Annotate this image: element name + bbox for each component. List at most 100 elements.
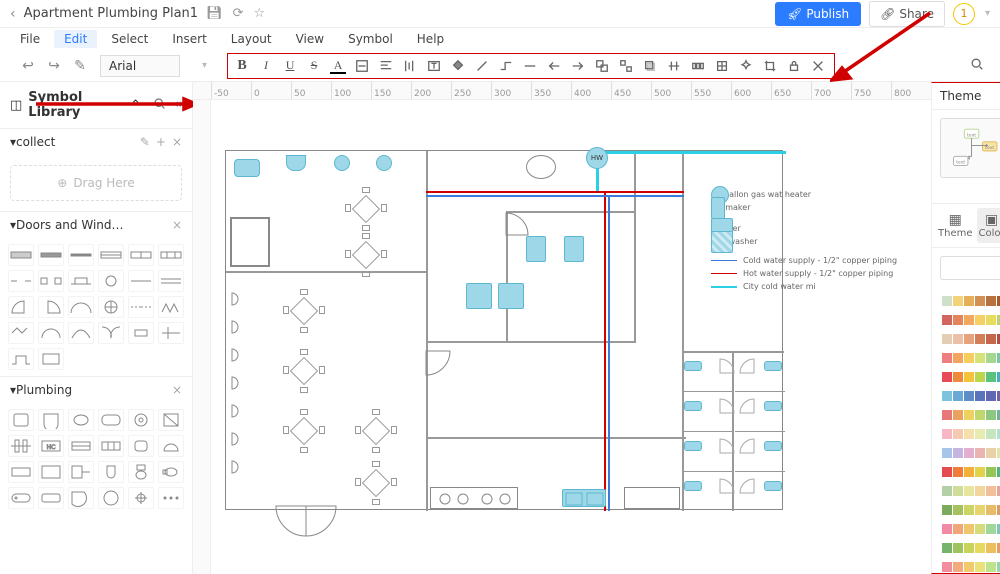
shape-bidet[interactable] bbox=[158, 461, 184, 483]
shape-arc[interactable] bbox=[38, 322, 64, 344]
back-button[interactable]: ‹ bbox=[10, 6, 16, 22]
color-scheme-live[interactable]: Live bbox=[940, 368, 1000, 385]
shower-stall[interactable] bbox=[230, 217, 270, 267]
font-size-chevron[interactable]: ▾ bbox=[202, 60, 207, 71]
shape-door-double[interactable] bbox=[68, 296, 94, 318]
toilet-a1[interactable] bbox=[684, 361, 702, 371]
shape-double-arc[interactable] bbox=[98, 322, 124, 344]
ai-button[interactable] bbox=[734, 56, 758, 76]
section-settings-icon[interactable]: ✎ bbox=[140, 135, 150, 149]
kitchen-sink[interactable] bbox=[562, 489, 606, 507]
shape-wall[interactable] bbox=[8, 244, 34, 266]
menu-help[interactable]: Help bbox=[407, 30, 454, 48]
menu-file[interactable]: File bbox=[10, 30, 50, 48]
table-2[interactable] bbox=[344, 233, 388, 277]
color-scheme-novel[interactable]: Novel bbox=[940, 292, 1000, 309]
section-collect[interactable]: ▾ collect ✎+× bbox=[0, 129, 192, 155]
shape-p3[interactable] bbox=[128, 435, 154, 457]
bold-button[interactable]: B bbox=[230, 56, 254, 76]
menu-select[interactable]: Select bbox=[101, 30, 158, 48]
appliance-4[interactable] bbox=[564, 236, 584, 262]
color-scheme-fresh[interactable]: Fresh bbox=[940, 349, 1000, 366]
shape-window3[interactable] bbox=[158, 244, 184, 266]
table-4[interactable] bbox=[282, 349, 326, 393]
shape-opening4[interactable] bbox=[98, 270, 124, 292]
shape-bifold[interactable] bbox=[158, 296, 184, 318]
color-scheme-antiq[interactable]: Antiq… bbox=[940, 330, 1000, 347]
shape-opening[interactable] bbox=[8, 270, 34, 292]
appliance-1[interactable] bbox=[466, 283, 492, 309]
table-1[interactable] bbox=[344, 187, 388, 231]
shape-toilet[interactable] bbox=[68, 409, 94, 431]
drag-drop-target[interactable]: ⊕ Drag Here bbox=[10, 165, 182, 201]
shape-sliding[interactable] bbox=[128, 296, 154, 318]
lounge-chair-5[interactable] bbox=[230, 403, 246, 419]
color-scheme-opul[interactable]: Opul… bbox=[940, 463, 1000, 480]
canvas-search-icon[interactable] bbox=[962, 57, 992, 74]
appliance-2[interactable] bbox=[498, 283, 524, 309]
crop-button[interactable] bbox=[758, 56, 782, 76]
floorplan[interactable]: HW bbox=[225, 150, 783, 510]
toilet-1[interactable] bbox=[286, 155, 306, 171]
align-vertical-button[interactable] bbox=[398, 56, 422, 76]
lounge-chair-6[interactable] bbox=[230, 431, 246, 447]
shape-misc2[interactable] bbox=[38, 348, 64, 370]
format-painter[interactable]: ✎ bbox=[70, 58, 90, 74]
shape-round[interactable] bbox=[98, 487, 124, 509]
toilet-a4[interactable] bbox=[684, 481, 702, 491]
shape-drain[interactable] bbox=[128, 487, 154, 509]
user-avatar[interactable]: 1 bbox=[953, 3, 975, 25]
shape-corner[interactable] bbox=[68, 487, 94, 509]
shape-wall-thin[interactable] bbox=[38, 244, 64, 266]
line-style-button[interactable] bbox=[518, 56, 542, 76]
collapse-panel-icon[interactable]: « bbox=[174, 97, 182, 114]
shadow-button[interactable] bbox=[638, 56, 662, 76]
arrow-end-button[interactable] bbox=[566, 56, 590, 76]
search-library-icon[interactable] bbox=[153, 97, 166, 114]
add-theme-button[interactable]: + bbox=[940, 256, 1000, 280]
toilet-a3[interactable] bbox=[684, 441, 702, 451]
shape-counter[interactable] bbox=[8, 461, 34, 483]
bathtub[interactable] bbox=[234, 159, 260, 177]
color-scheme-sprin[interactable]: Sprin… bbox=[940, 425, 1000, 442]
fill-color-button[interactable] bbox=[446, 56, 470, 76]
color-scheme-placid[interactable]: Placid bbox=[940, 482, 1000, 499]
toilet-b3[interactable] bbox=[764, 441, 782, 451]
underline-button[interactable]: U bbox=[278, 56, 302, 76]
strikethrough-button[interactable]: S bbox=[302, 56, 326, 76]
shape-opening3[interactable] bbox=[68, 270, 94, 292]
shape-folding[interactable] bbox=[8, 322, 34, 344]
table-3[interactable] bbox=[282, 289, 326, 333]
shape-bath[interactable] bbox=[98, 409, 124, 431]
shape-wc[interactable] bbox=[128, 461, 154, 483]
color-scheme-candy[interactable]: Candy bbox=[940, 558, 1000, 573]
shape-urinal[interactable] bbox=[98, 461, 124, 483]
color-scheme-charm[interactable]: Charm bbox=[940, 311, 1000, 328]
group-button[interactable] bbox=[590, 56, 614, 76]
section-doors-close-icon[interactable]: × bbox=[172, 218, 182, 232]
lounge-chair-3[interactable] bbox=[230, 347, 246, 363]
shape-sink1[interactable] bbox=[8, 409, 34, 431]
shape-arc2[interactable] bbox=[68, 322, 94, 344]
menu-insert[interactable]: Insert bbox=[162, 30, 216, 48]
sink-1[interactable] bbox=[334, 155, 350, 171]
shape-corner-ctr[interactable] bbox=[68, 461, 94, 483]
shape-p4[interactable] bbox=[158, 435, 184, 457]
tab-theme[interactable]: ▦Theme bbox=[936, 208, 975, 243]
share-button[interactable]: 🔗︎ Share bbox=[869, 1, 945, 27]
shape-window[interactable] bbox=[98, 244, 124, 266]
menu-edit[interactable]: Edit bbox=[54, 30, 97, 48]
shape-opening2[interactable] bbox=[38, 270, 64, 292]
shape-misc[interactable] bbox=[158, 322, 184, 344]
shape-tub[interactable] bbox=[8, 487, 34, 509]
lounge-chair-2[interactable] bbox=[230, 319, 246, 335]
shape-p2[interactable] bbox=[98, 435, 124, 457]
redo-button[interactable]: ↪ bbox=[44, 58, 64, 74]
table-6[interactable] bbox=[354, 409, 398, 453]
stove[interactable] bbox=[430, 487, 518, 509]
shape-basin[interactable] bbox=[128, 409, 154, 431]
toilet-a2[interactable] bbox=[684, 401, 702, 411]
section-plumbing[interactable]: ▾ Plumbing × bbox=[0, 377, 192, 403]
text-box-button[interactable] bbox=[422, 56, 446, 76]
distribute-button[interactable] bbox=[686, 56, 710, 76]
